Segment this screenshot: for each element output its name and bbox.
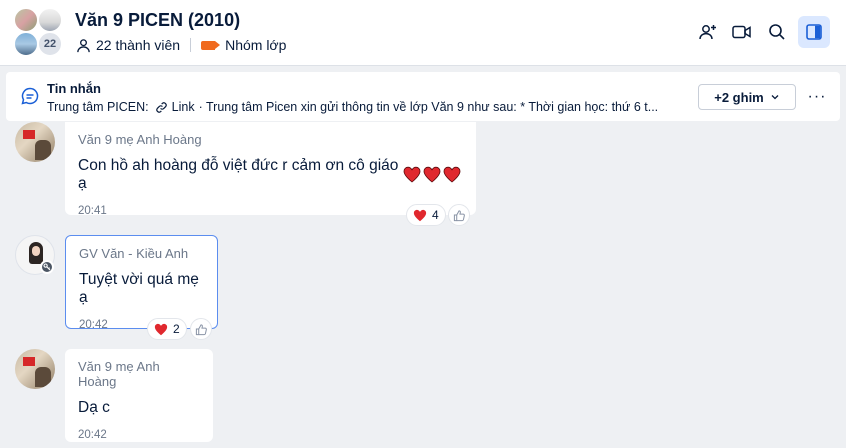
thumbs-up-icon bbox=[453, 209, 466, 222]
reaction-summary[interactable]: 2 bbox=[147, 318, 187, 340]
pinned-preview[interactable]: Trung tâm PICEN: Link · Trung tâm Picen … bbox=[47, 100, 687, 114]
pinned-title: Tin nhắn bbox=[47, 81, 101, 96]
message-time: 20:42 bbox=[78, 429, 107, 441]
pinned-count-dropdown[interactable]: +2 ghim bbox=[698, 84, 796, 110]
user-icon bbox=[76, 38, 91, 53]
pinned-preview-text: · Trung tâm Picen xin gửi thông tin về l… bbox=[198, 100, 659, 114]
group-title[interactable]: Văn 9 PICEN (2010) bbox=[75, 10, 240, 31]
sender-avatar[interactable] bbox=[15, 349, 55, 389]
thumbs-up-icon bbox=[195, 323, 208, 336]
reaction-summary[interactable]: 4 bbox=[406, 204, 446, 226]
group-avatar[interactable]: 22 bbox=[14, 8, 64, 58]
members-link[interactable]: 22 thành viên bbox=[96, 37, 180, 53]
member-avatar bbox=[38, 8, 62, 32]
message-sender: Văn 9 mẹ Anh Hoàng bbox=[78, 132, 202, 147]
pinned-count-label: +2 ghim bbox=[714, 89, 764, 105]
message-text: Tuyệt vời quá mẹ ạ bbox=[79, 271, 199, 306]
link-icon bbox=[155, 101, 168, 114]
heart-icon bbox=[413, 209, 427, 222]
heart-icon bbox=[154, 323, 168, 336]
heart-icon bbox=[403, 166, 463, 184]
message-bubble[interactable]: Văn 9 mẹ Anh Hoàng Dạ c 20:42 bbox=[65, 349, 213, 442]
add-member-button[interactable] bbox=[692, 16, 724, 48]
tag-icon bbox=[201, 40, 221, 50]
sender-avatar[interactable] bbox=[15, 122, 55, 162]
member-count-badge: 22 bbox=[38, 32, 62, 56]
add-member-icon bbox=[698, 22, 718, 42]
message-bubble[interactable]: GV Văn - Kiều Anh Tuyệt vời quá mẹ ạ 20:… bbox=[65, 235, 218, 331]
member-avatar bbox=[14, 32, 38, 56]
chat-bubble-icon bbox=[20, 86, 40, 111]
more-options-button[interactable]: ··· bbox=[806, 84, 828, 110]
pinned-sender: Trung tâm PICEN: bbox=[47, 100, 149, 114]
message-text-row: Con hồ ah hoàng đỗ việt đức r cảm ơn cô … bbox=[78, 157, 463, 193]
message-text: Dạ c bbox=[78, 399, 110, 416]
video-call-button[interactable] bbox=[726, 16, 758, 48]
message-text: Con hồ ah hoàng đỗ việt đức r cảm ơn cô … bbox=[78, 157, 399, 192]
video-call-icon bbox=[731, 22, 753, 42]
reaction-count: 2 bbox=[173, 322, 180, 336]
message-sender: GV Văn - Kiều Anh bbox=[79, 246, 189, 261]
search-button[interactable] bbox=[761, 16, 793, 48]
group-meta: 22 thành viên Nhóm lớp bbox=[76, 37, 286, 53]
chevron-down-icon bbox=[770, 92, 780, 102]
search-icon bbox=[767, 22, 787, 42]
sidebar-toggle-button[interactable] bbox=[798, 16, 830, 48]
group-type-label[interactable]: Nhóm lớp bbox=[225, 37, 286, 53]
react-like-button[interactable] bbox=[448, 204, 470, 226]
pinned-link-label[interactable]: Link bbox=[172, 100, 195, 114]
sidebar-toggle-icon bbox=[804, 22, 824, 42]
key-icon bbox=[40, 260, 54, 274]
message-bubble[interactable]: Văn 9 mẹ Anh Hoàng Con hồ ah hoàng đỗ vi… bbox=[65, 122, 476, 217]
member-avatar bbox=[14, 8, 38, 32]
react-like-button[interactable] bbox=[190, 318, 212, 340]
divider bbox=[190, 38, 192, 52]
reaction-count: 4 bbox=[432, 208, 439, 222]
message-sender: Văn 9 mẹ Anh Hoàng bbox=[78, 359, 160, 389]
pinned-message-bar[interactable]: Tin nhắn Trung tâm PICEN: Link · Trung t… bbox=[6, 72, 840, 121]
chat-header: 22 Văn 9 PICEN (2010) 22 thành viên Nhóm… bbox=[0, 0, 846, 66]
